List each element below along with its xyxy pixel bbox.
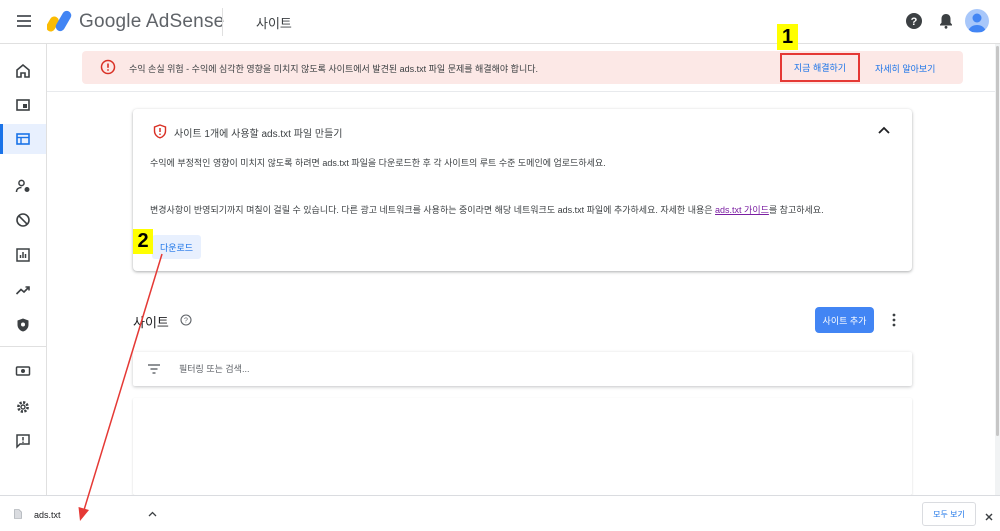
sites-icon xyxy=(16,133,30,145)
payments-icon xyxy=(15,366,31,376)
person-icon xyxy=(15,179,30,193)
card-note-tail: 를 참고하세요. xyxy=(768,205,824,215)
sidebar-item-payments[interactable] xyxy=(0,356,46,386)
card-description: 수익에 부정적인 영향이 미치지 않도록 하려면 ads.txt 파일을 다운로… xyxy=(150,158,606,168)
sidebar-item-account[interactable] xyxy=(0,392,46,422)
ads-txt-card: 사이트 1개에 사용할 ads.txt 파일 만들기 수익에 부정적인 영향이 … xyxy=(133,109,912,271)
notifications-bell-icon[interactable] xyxy=(937,12,955,30)
annotation-badge-2: 2 xyxy=(133,229,153,254)
downloaded-file-name[interactable]: ads.txt xyxy=(34,510,61,520)
fix-now-label: 지금 해결하기 xyxy=(793,63,847,73)
sidebar-item-privacy-messaging[interactable] xyxy=(0,171,46,201)
app: Google AdSense 사이트 ? 수익 손실 위험 - 수익에 심각한 … xyxy=(0,0,1000,531)
show-all-button[interactable]: 모두 보기 xyxy=(922,502,976,526)
card-note: 변경사항이 반영되기까지 며칠이 걸릴 수 있습니다. 다른 광고 네트워크를 … xyxy=(150,203,824,216)
filter-bar xyxy=(133,352,912,386)
ads-txt-alert-banner: 수익 손실 위험 - 수익에 심각한 영향을 미치지 않도록 사이트에서 발견된… xyxy=(82,51,963,84)
block-icon xyxy=(16,213,30,227)
shield-warning-icon xyxy=(153,124,167,139)
bar-chart-icon xyxy=(16,248,30,262)
menu-icon[interactable] xyxy=(17,15,31,27)
fix-now-button[interactable]: 지금 해결하기 xyxy=(780,53,860,82)
sidebar xyxy=(0,44,47,495)
brand-name: Google AdSense xyxy=(79,11,225,32)
svg-text:?: ? xyxy=(184,318,188,325)
chevron-up-icon[interactable] xyxy=(877,125,891,135)
sidebar-item-policy-center[interactable] xyxy=(0,310,46,340)
more-vert-icon[interactable] xyxy=(888,312,900,328)
page-title: 사이트 xyxy=(256,16,292,31)
avatar-person-icon xyxy=(968,13,986,32)
adsense-logo-icon[interactable] xyxy=(47,10,73,32)
help-icon[interactable]: ? xyxy=(905,12,923,30)
alert-message: 수익 손실 위험 - 수익에 심각한 영향을 미치지 않도록 사이트에서 발견된… xyxy=(129,64,538,74)
file-icon xyxy=(14,509,22,519)
sites-table xyxy=(133,398,912,495)
top-app-bar: Google AdSense 사이트 ? xyxy=(0,0,1000,44)
error-icon xyxy=(100,59,116,75)
show-all-label: 모두 보기 xyxy=(933,509,965,519)
sidebar-item-optimization[interactable] xyxy=(0,275,46,305)
browser-download-bar: ads.txt 모두 보기 xyxy=(0,495,1000,531)
sites-section-title: 사이트 xyxy=(133,315,169,330)
card-title: 사이트 1개에 사용할 ads.txt 파일 만들기 xyxy=(174,129,343,140)
filter-search-input[interactable] xyxy=(179,359,879,379)
help-outline-icon[interactable]: ? xyxy=(180,314,192,326)
download-button[interactable]: 다운로드 xyxy=(152,235,201,259)
svg-text:?: ? xyxy=(911,16,918,28)
trending-up-icon xyxy=(15,286,30,295)
sidebar-item-sites[interactable] xyxy=(0,124,46,154)
sidebar-item-blocking-controls[interactable] xyxy=(0,205,46,235)
learn-more-link[interactable]: 자세히 알아보기 xyxy=(875,62,935,75)
alert-divider xyxy=(47,91,1000,92)
sidebar-divider xyxy=(0,346,46,347)
shield-icon xyxy=(17,318,29,332)
home-icon xyxy=(16,63,30,78)
close-icon[interactable] xyxy=(985,513,993,521)
ads-icon xyxy=(16,99,30,111)
card-note-text: 변경사항이 반영되기까지 며칠이 걸릴 수 있습니다. 다른 광고 네트워크를 … xyxy=(150,205,716,215)
add-site-button[interactable]: 사이트 추가 xyxy=(815,307,874,333)
gear-icon xyxy=(17,401,29,413)
sidebar-item-ads[interactable] xyxy=(0,90,46,120)
feedback-icon xyxy=(16,434,30,449)
sidebar-item-reports[interactable] xyxy=(0,240,46,270)
download-label: 다운로드 xyxy=(159,242,194,253)
topbar-divider xyxy=(222,8,223,36)
sidebar-item-feedback[interactable] xyxy=(0,426,46,456)
sidebar-item-home[interactable] xyxy=(0,56,46,86)
account-avatar[interactable] xyxy=(965,9,989,33)
filter-list-icon[interactable] xyxy=(147,364,161,374)
scrollbar-thumb[interactable] xyxy=(996,46,999,436)
annotation-badge-1: 1 xyxy=(777,24,798,50)
add-site-label: 사이트 추가 xyxy=(822,315,867,326)
ads-txt-guide-link[interactable]: ads.txt 가이드 xyxy=(715,205,769,215)
chevron-up-icon[interactable] xyxy=(148,511,157,517)
